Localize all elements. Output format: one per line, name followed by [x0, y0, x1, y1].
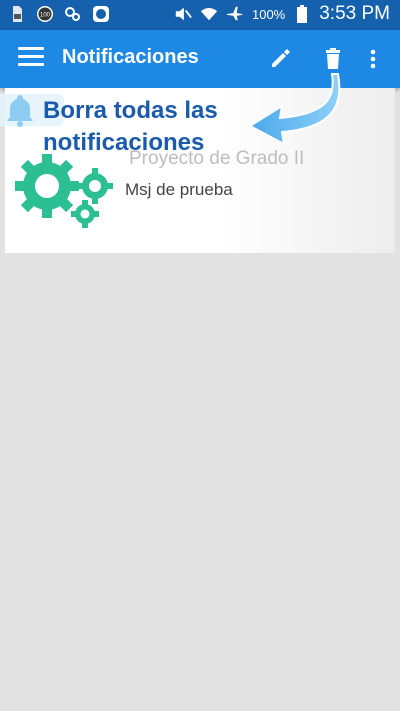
- menu-icon[interactable]: [18, 47, 44, 71]
- sd-card-icon: [8, 5, 26, 23]
- more-vert-icon[interactable]: [358, 44, 388, 74]
- callout-line-2: notificaciones: [43, 129, 205, 156]
- svg-text:100: 100: [40, 13, 51, 19]
- bell-icon: [7, 95, 33, 127]
- page-title: Notificaciones: [62, 46, 199, 68]
- battery-icon: [293, 5, 311, 23]
- status-bar: 100 100% 3:53 PM: [0, 0, 400, 30]
- settings-sync-icon: [64, 5, 82, 23]
- gears-icon: [15, 154, 113, 228]
- badge-100-icon: 100: [36, 5, 54, 23]
- record-icon: [92, 5, 110, 23]
- mute-icon: [174, 5, 192, 23]
- tutorial-callout: Borra todas las notificaciones: [43, 95, 218, 159]
- callout-arrow-icon: [247, 73, 341, 146]
- clock: 3:53 PM: [319, 3, 390, 24]
- battery-percent: 100%: [251, 6, 286, 22]
- callout-line-1: Borra todas las: [43, 97, 218, 124]
- airplane-icon: [226, 5, 244, 23]
- notification-message: Msj de prueba: [125, 180, 233, 199]
- wifi-icon: [200, 5, 218, 23]
